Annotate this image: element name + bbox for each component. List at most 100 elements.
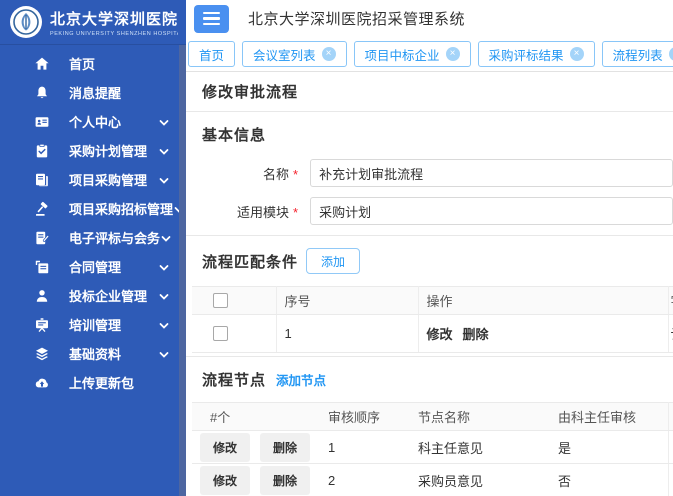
nodes-table: #个 审核顺序 节点名称 由科主任审核 修改删除 1 科主任意见 是 [192, 402, 673, 496]
module-input[interactable] [310, 197, 673, 225]
sidebar-item-label: 基础资料 [69, 344, 158, 363]
conditions-header: 流程匹配条件 添加 [202, 248, 657, 274]
tab-evaluation-results[interactable]: 采购评标结果 × [478, 41, 595, 67]
hospital-logo-area: 北京大学深圳医院 PEKING UNIVERSITY SHENZHEN HOSP… [0, 0, 186, 45]
tab-label: 首页 [199, 45, 224, 64]
sidebar-item-upload-package[interactable]: 上传更新包 [0, 368, 186, 397]
close-icon[interactable]: × [669, 47, 673, 61]
user-icon [33, 287, 50, 304]
modify-button[interactable]: 修改 [200, 433, 250, 462]
sidebar: 北京大学深圳医院 PEKING UNIVERSITY SHENZHEN HOSP… [0, 0, 186, 496]
menu-toggle-button[interactable] [194, 5, 229, 33]
chevron-down-icon [158, 116, 170, 128]
column-header-chief-review: 由科主任审核 [550, 403, 668, 431]
delete-link[interactable]: 删除 [463, 327, 489, 342]
tab-label: 会议室列表 [253, 45, 316, 64]
sidebar-scrollbar[interactable] [179, 45, 186, 496]
column-header-index: #个 [192, 403, 320, 431]
modify-link[interactable]: 修改 [427, 327, 453, 342]
sidebar-item-e-evaluation[interactable]: 电子评标与会务 [0, 223, 186, 252]
column-header-cut: 字 [668, 287, 673, 315]
nodes-table-header-row: #个 审核顺序 节点名称 由科主任审核 [192, 403, 673, 431]
sidebar-item-basic-data[interactable]: 基础资料 [0, 339, 186, 368]
close-icon[interactable]: × [446, 47, 460, 61]
column-header-action: 操作 [418, 287, 668, 315]
sidebar-item-label: 培训管理 [69, 315, 158, 334]
basic-info-header: 基本信息 [202, 124, 657, 145]
module-field-label: 适用模块 [202, 202, 298, 221]
nodes-header: 流程节点 添加节点 [202, 369, 657, 390]
tab-label: 流程列表 [613, 45, 663, 64]
tab-process-list[interactable]: 流程列表 × [602, 41, 673, 67]
add-condition-button[interactable]: 添加 [306, 248, 360, 274]
node-actions-cell: 修改删除 [192, 431, 320, 464]
sidebar-item-procurement-plan[interactable]: 采购计划管理 [0, 136, 186, 165]
select-all-checkbox[interactable] [213, 293, 228, 308]
tab-label: 采购评标结果 [489, 45, 564, 64]
column-header-seq: 序号 [276, 287, 418, 315]
sidebar-item-label: 消息提醒 [69, 83, 170, 102]
condition-actions-cell: 修改删除 [418, 315, 668, 353]
sidebar-item-label: 项目采购管理 [69, 170, 158, 189]
basic-info-title: 基本信息 [202, 124, 266, 145]
node-order-cell: 2 [320, 464, 410, 496]
condition-cut-cell: 计 [668, 315, 673, 353]
sidebar-item-label: 投标企业管理 [69, 286, 158, 305]
condition-seq-cell: 1 [276, 315, 418, 353]
sidebar-item-contract-management[interactable]: 合同管理 [0, 252, 186, 281]
sidebar-menu: 首页 消息提醒 个人中心 采购 [0, 45, 186, 397]
sidebar-item-messages[interactable]: 消息提醒 [0, 78, 186, 107]
sidebar-item-label: 采购计划管理 [69, 141, 158, 160]
app-window: 北京大学深圳医院 PEKING UNIVERSITY SHENZHEN HOSP… [0, 0, 673, 496]
tab-winning-enterprises[interactable]: 项目中标企业 × [354, 41, 471, 67]
conditions-title: 流程匹配条件 [202, 251, 298, 272]
sidebar-item-project-procurement[interactable]: 项目采购管理 [0, 165, 186, 194]
bell-icon [33, 84, 50, 101]
home-icon [33, 55, 50, 72]
main-content: 修改审批流程 基本信息 名称 适用模块 流程匹配条件 添加 [186, 72, 673, 496]
condition-row: 1 修改删除 计 [192, 315, 673, 353]
name-field-row: 名称 [202, 159, 673, 187]
hospital-logo-icon [9, 5, 43, 39]
delete-button[interactable]: 删除 [260, 466, 310, 495]
nodes-title: 流程节点 [202, 369, 266, 390]
modify-button[interactable]: 修改 [200, 466, 250, 495]
tab-meeting-room-list[interactable]: 会议室列表 × [242, 41, 347, 67]
hospital-name-en: PEKING UNIVERSITY SHENZHEN HOSPITAL [50, 31, 178, 37]
sidebar-item-bidding-management[interactable]: 项目采购招标管理 [0, 194, 186, 223]
column-header-node-name: 节点名称 [410, 403, 550, 431]
tab-home[interactable]: 首页 [188, 41, 235, 67]
presentation-icon [33, 316, 50, 333]
name-input[interactable] [310, 159, 673, 187]
top-header: 北京大学深圳医院招采管理系统 [186, 0, 673, 37]
sidebar-item-label: 个人中心 [69, 112, 158, 131]
delete-button[interactable]: 删除 [260, 433, 310, 462]
cloud-upload-icon [33, 374, 50, 391]
basic-info-form: 名称 适用模块 [202, 159, 673, 225]
page-title: 修改审批流程 [202, 81, 298, 102]
add-node-link[interactable]: 添加节点 [276, 370, 326, 389]
name-field-label: 名称 [202, 164, 298, 183]
chevron-down-icon [158, 290, 170, 302]
chevron-down-icon [158, 319, 170, 331]
sidebar-item-bidder-enterprise[interactable]: 投标企业管理 [0, 281, 186, 310]
node-chief-cell: 否 [550, 464, 668, 496]
clipboard-check-icon [33, 142, 50, 159]
close-icon[interactable]: × [322, 47, 336, 61]
sidebar-item-home[interactable]: 首页 [0, 49, 186, 78]
sidebar-item-label: 上传更新包 [69, 373, 170, 392]
open-tabs-bar: 首页 会议室列表 × 项目中标企业 × 采购评标结果 × 流程列表 × 流程 × [186, 37, 673, 72]
sidebar-item-label: 电子评标与会务 [69, 228, 160, 247]
node-row: 修改删除 1 科主任意见 是 [192, 431, 673, 464]
close-icon[interactable]: × [570, 47, 584, 61]
chevron-down-icon [158, 145, 170, 157]
row-checkbox[interactable] [213, 326, 228, 341]
page-title-row: 修改审批流程 [186, 72, 673, 112]
module-field-row: 适用模块 [202, 197, 673, 225]
sidebar-item-training-management[interactable]: 培训管理 [0, 310, 186, 339]
chevron-down-icon [160, 232, 172, 244]
sidebar-item-personal-center[interactable]: 个人中心 [0, 107, 186, 136]
id-card-icon [33, 113, 50, 130]
chevron-down-icon [158, 348, 170, 360]
book-icon [33, 171, 50, 188]
